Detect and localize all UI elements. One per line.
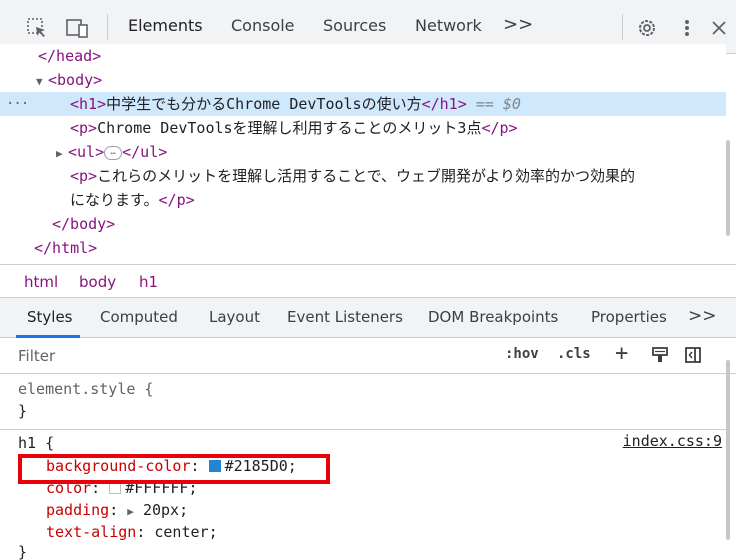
close-icon[interactable] xyxy=(708,17,730,39)
tab-event-listeners[interactable]: Event Listeners xyxy=(287,308,403,326)
dom-node-h1-selected[interactable]: ··· <h1>中学生でも分かるChrome DevToolsの使い方</h1>… xyxy=(0,92,726,116)
tab-dom-breakpoints[interactable]: DOM Breakpoints xyxy=(428,308,558,326)
tab-network[interactable]: Network xyxy=(415,16,482,35)
styles-filter-bar: :hov .cls + xyxy=(0,338,736,374)
expand-shorthand-icon[interactable]: ▶ xyxy=(127,505,134,518)
inspect-element-icon[interactable] xyxy=(26,17,48,39)
dom-tree: </head> ▼ <body> ··· <h1>中学生でも分かるChrome D… xyxy=(0,44,726,264)
device-toolbar-icon[interactable] xyxy=(66,17,88,39)
dom-scrollbar[interactable] xyxy=(726,140,730,236)
dom-node-ul[interactable]: ▶ <ul>… </ul> xyxy=(0,140,726,164)
h1-rule-close: } xyxy=(18,543,28,560)
dom-node-body[interactable]: ▼ <body> xyxy=(0,68,726,92)
tab-properties[interactable]: Properties xyxy=(591,308,667,326)
dom-node-p2-cont[interactable]: になります。</p> xyxy=(0,188,726,212)
element-style-selector[interactable]: element.style { xyxy=(18,378,153,400)
collapsed-content-icon[interactable]: … xyxy=(104,145,123,160)
dom-node-p2[interactable]: <p>これらのメリットを理解し活用することで、ウェブ開発がより効率的かつ効果的 xyxy=(0,164,726,188)
collapsed-triangle-icon[interactable]: ▶ xyxy=(56,142,68,166)
tab-sources[interactable]: Sources xyxy=(323,16,386,35)
settings-gear-icon[interactable] xyxy=(636,17,658,39)
dom-node-html-close[interactable]: </html> xyxy=(0,236,726,260)
toolbar-divider xyxy=(107,14,108,40)
toolbar-divider-right xyxy=(622,14,623,40)
dom-node-body-close[interactable]: </body> xyxy=(0,212,726,236)
breadcrumb-body[interactable]: body xyxy=(79,273,116,291)
prop-text-align[interactable]: text-align: center; xyxy=(46,521,218,543)
tab-console[interactable]: Console xyxy=(231,16,295,35)
tab-styles[interactable]: Styles xyxy=(27,308,73,326)
dom-node-head-close[interactable]: </head> xyxy=(0,44,726,68)
new-style-rule-button[interactable]: + xyxy=(615,341,628,366)
class-toggle-button[interactable]: .cls xyxy=(557,346,591,362)
element-style-close: } xyxy=(18,402,28,420)
more-tabs-icon[interactable]: >> xyxy=(503,14,533,35)
expanded-triangle-icon[interactable]: ▼ xyxy=(36,70,48,94)
filter-input[interactable] xyxy=(18,344,418,368)
rule-divider xyxy=(0,429,726,430)
styles-subtabs: Styles Computed Layout Event Listeners D… xyxy=(0,298,736,338)
tab-elements[interactable]: Elements xyxy=(128,16,203,35)
breadcrumb-html[interactable]: html xyxy=(24,273,58,291)
tab-layout[interactable]: Layout xyxy=(209,308,260,326)
styles-scrollbar[interactable] xyxy=(726,360,730,540)
hover-state-button[interactable]: :hov xyxy=(505,346,539,362)
breadcrumb: html body h1 xyxy=(0,264,736,298)
more-subtabs-icon[interactable]: >> xyxy=(688,306,717,326)
node-actions-icon[interactable]: ··· xyxy=(6,92,29,116)
h1-rule-selector[interactable]: h1 { xyxy=(18,432,54,454)
highlight-annotation-box xyxy=(18,454,330,484)
stylesheet-source-link[interactable]: index.css:9 xyxy=(623,432,722,450)
color-format-icon[interactable] xyxy=(651,346,669,368)
breadcrumb-h1[interactable]: h1 xyxy=(139,273,158,291)
prop-padding[interactable]: padding: ▶ 20px; xyxy=(46,499,188,523)
kebab-menu-icon[interactable] xyxy=(676,17,698,39)
tab-computed[interactable]: Computed xyxy=(100,308,178,326)
toggle-sidebar-icon[interactable] xyxy=(684,346,702,368)
dom-node-p1[interactable]: <p>Chrome DevToolsを理解し利用することのメリット3点</p> xyxy=(0,116,726,140)
